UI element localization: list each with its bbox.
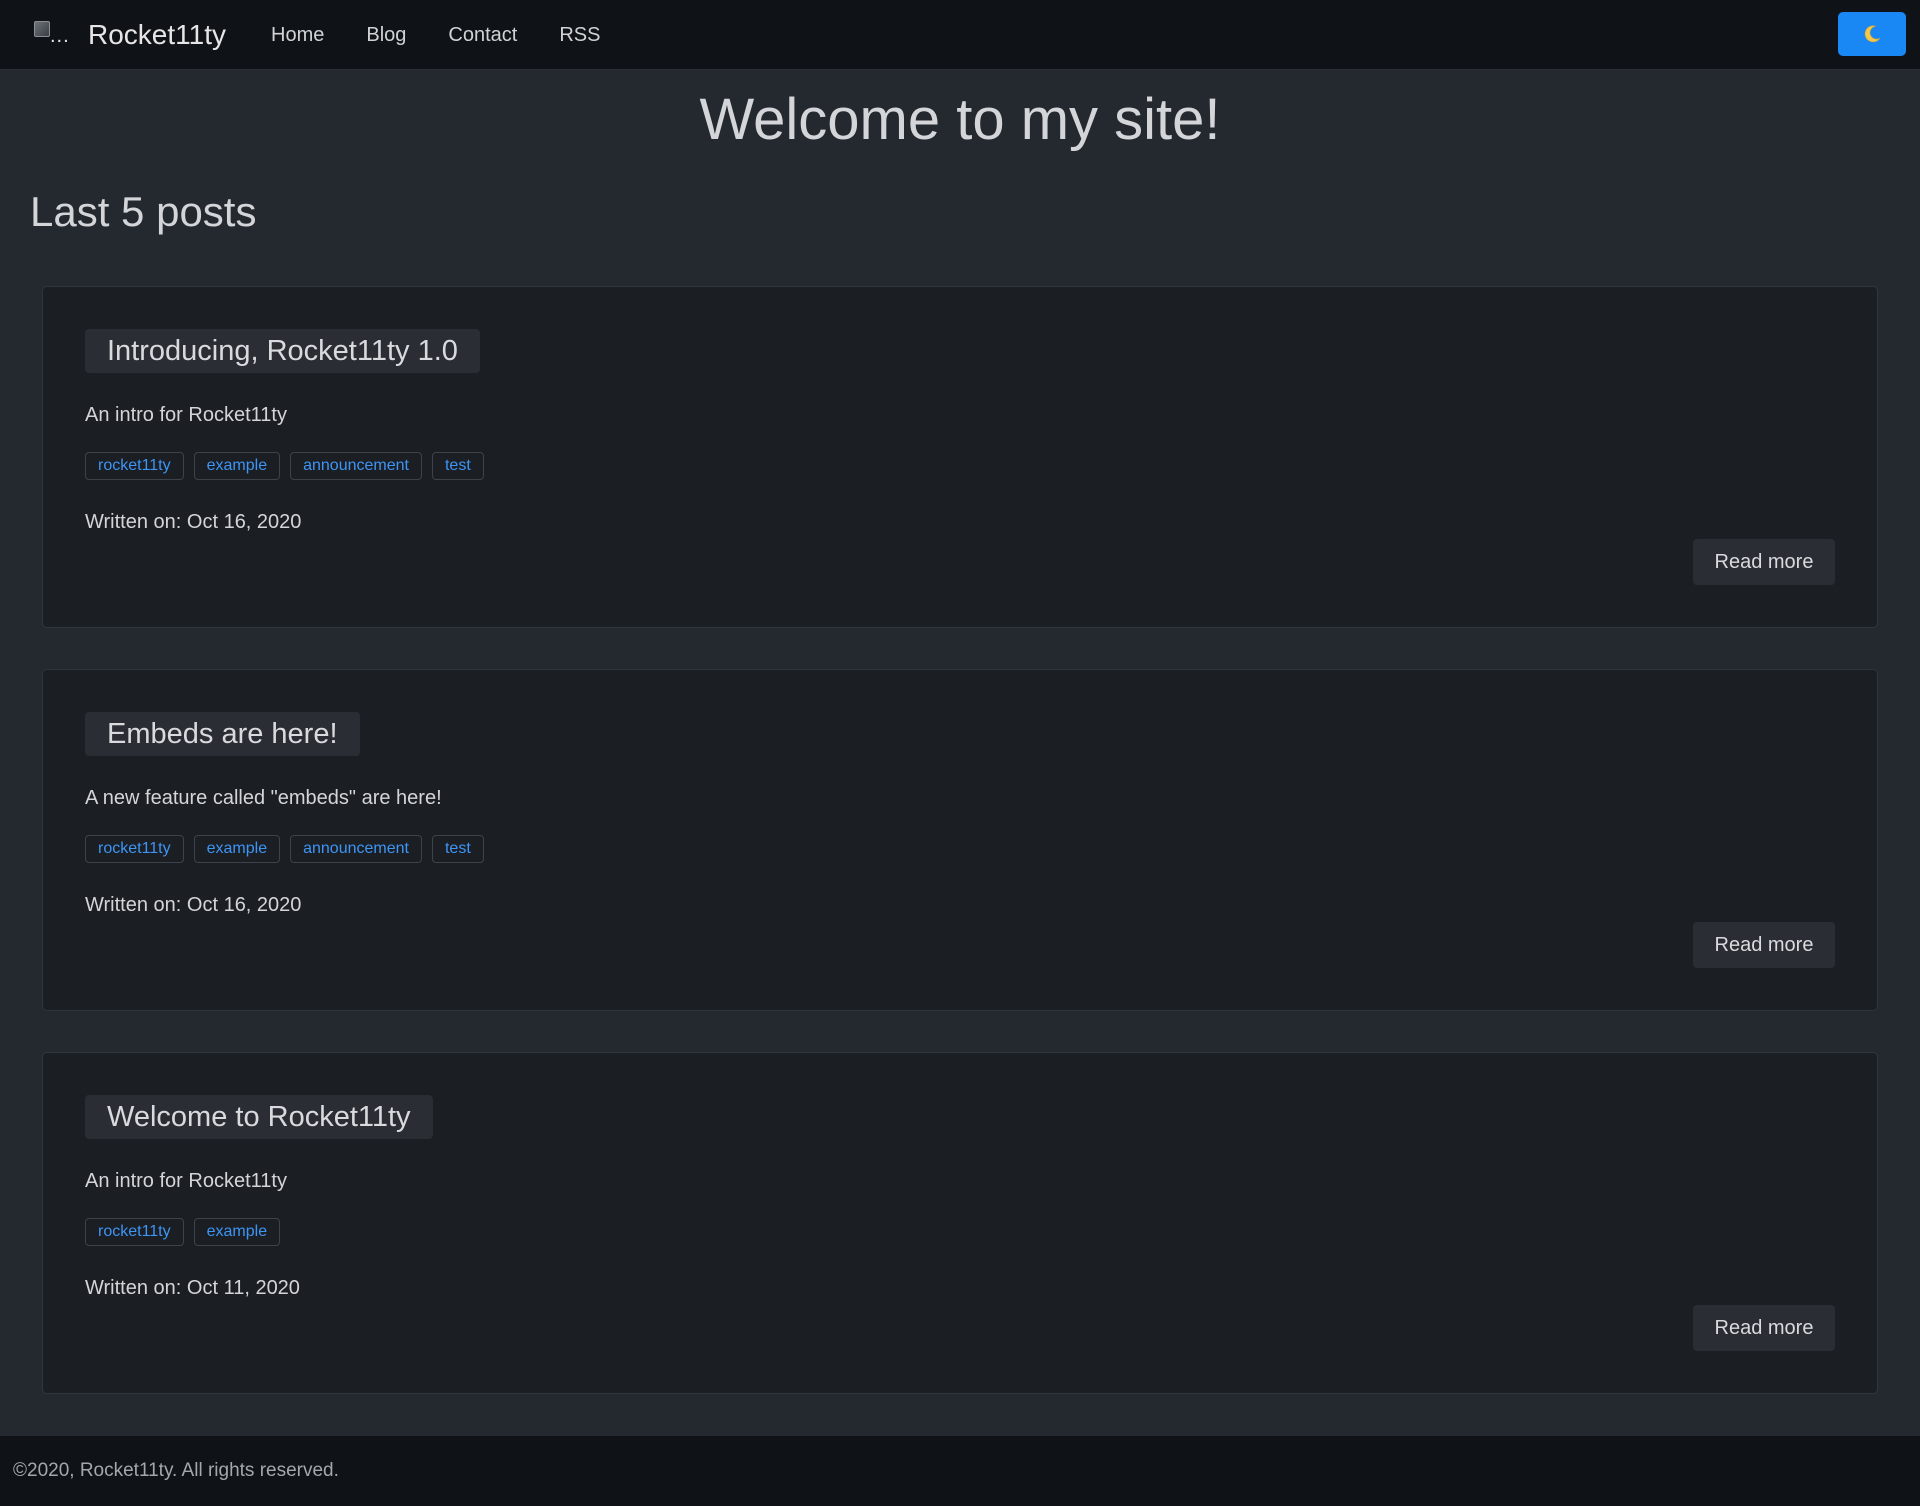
footer-copyright: ©2020, Rocket11ty. All rights reserved. (13, 1460, 339, 1481)
nav-link-rss[interactable]: RSS (538, 0, 621, 70)
tag[interactable]: example (193, 1218, 281, 1246)
nav-link-blog[interactable]: Blog (345, 0, 427, 70)
tag[interactable]: announcement (290, 452, 422, 480)
tag[interactable]: rocket11ty (85, 1218, 184, 1246)
post-description: An intro for Rocket11ty (85, 1170, 287, 1192)
post-card: Introducing, Rocket11ty 1.0 An intro for… (42, 286, 1878, 628)
tag-list: rocket11ty example announcement test (85, 835, 494, 863)
tag[interactable]: test (431, 835, 484, 863)
navbar: ... Rocket11ty Home Blog Contact RSS (0, 0, 1920, 70)
section-title: Last 5 posts (30, 188, 257, 235)
post-title[interactable]: Embeds are here! (85, 712, 360, 756)
broken-logo-icon: ... (34, 17, 74, 53)
footer: ©2020, Rocket11ty. All rights reserved. (0, 1436, 1920, 1506)
post-card: Welcome to Rocket11ty An intro for Rocke… (42, 1052, 1878, 1394)
brand-name: Rocket11ty (88, 18, 226, 50)
tag[interactable]: rocket11ty (85, 835, 184, 863)
tag-list: rocket11ty example announcement test (85, 452, 494, 480)
tag[interactable]: example (193, 452, 281, 480)
page-title: Welcome to my site! (699, 87, 1221, 152)
post-description: An intro for Rocket11ty (85, 404, 287, 426)
nav-link-contact[interactable]: Contact (427, 0, 538, 70)
tag-list: rocket11ty example (85, 1218, 290, 1246)
post-card: Embeds are here! A new feature called "e… (42, 669, 1878, 1011)
theme-toggle-button[interactable] (1838, 12, 1906, 56)
post-date: Written on: Oct 16, 2020 (85, 511, 302, 533)
post-title[interactable]: Welcome to Rocket11ty (85, 1095, 433, 1139)
tag[interactable]: rocket11ty (85, 452, 184, 480)
read-more-button[interactable]: Read more (1693, 539, 1835, 585)
post-title[interactable]: Introducing, Rocket11ty 1.0 (85, 329, 480, 373)
post-description: A new feature called "embeds" are here! (85, 787, 442, 809)
brand-link[interactable]: ... Rocket11ty (34, 0, 226, 70)
read-more-button[interactable]: Read more (1693, 1305, 1835, 1351)
post-date: Written on: Oct 11, 2020 (85, 1277, 300, 1299)
tag[interactable]: announcement (290, 835, 422, 863)
tag[interactable]: test (431, 452, 484, 480)
tag[interactable]: example (193, 835, 281, 863)
nav-link-home[interactable]: Home (250, 0, 345, 70)
post-date: Written on: Oct 16, 2020 (85, 894, 302, 916)
read-more-button[interactable]: Read more (1693, 922, 1835, 968)
moon-icon (1862, 24, 1882, 44)
nav-links: Home Blog Contact RSS (250, 0, 621, 70)
